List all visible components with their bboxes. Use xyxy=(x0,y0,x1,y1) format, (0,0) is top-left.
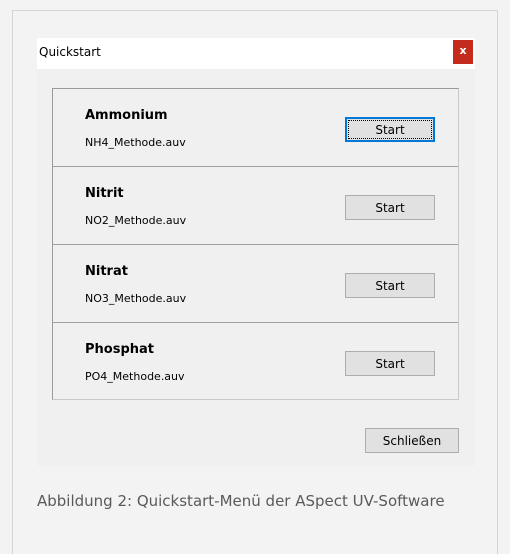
start-button-phosphat[interactable]: Start xyxy=(345,351,435,376)
method-file: NO2_Methode.auv xyxy=(85,214,187,227)
methods-panel: Ammonium NH4_Methode.auv Start Nitrit NO… xyxy=(52,88,459,400)
start-button-ammonium[interactable]: Start xyxy=(345,117,435,142)
method-row-nitrat: Nitrat NO3_Methode.auv Start xyxy=(53,244,458,321)
close-dialog-button[interactable]: Schließen xyxy=(365,428,459,453)
method-file: PO4_Methode.auv xyxy=(85,370,185,383)
close-icon[interactable]: x xyxy=(453,40,473,64)
start-button-nitrit[interactable]: Start xyxy=(345,195,435,220)
quickstart-dialog: Quickstart x Ammonium NH4_Methode.auv St… xyxy=(37,38,475,466)
method-name: Nitrat xyxy=(85,264,128,279)
method-row-nitrit: Nitrit NO2_Methode.auv Start xyxy=(53,166,458,243)
method-file: NH4_Methode.auv xyxy=(85,136,186,149)
method-row-ammonium: Ammonium NH4_Methode.auv Start xyxy=(53,89,458,166)
window-title: Quickstart xyxy=(39,45,101,59)
figure-caption: Abbildung 2: Quickstart-Menü der ASpect … xyxy=(37,492,445,510)
method-row-phosphat: Phosphat PO4_Methode.auv Start xyxy=(53,322,458,399)
method-name: Ammonium xyxy=(85,108,168,123)
title-bar: Quickstart x xyxy=(37,38,475,69)
method-name: Phosphat xyxy=(85,342,154,357)
method-name: Nitrit xyxy=(85,186,124,201)
method-file: NO3_Methode.auv xyxy=(85,292,187,305)
start-button-nitrat[interactable]: Start xyxy=(345,273,435,298)
